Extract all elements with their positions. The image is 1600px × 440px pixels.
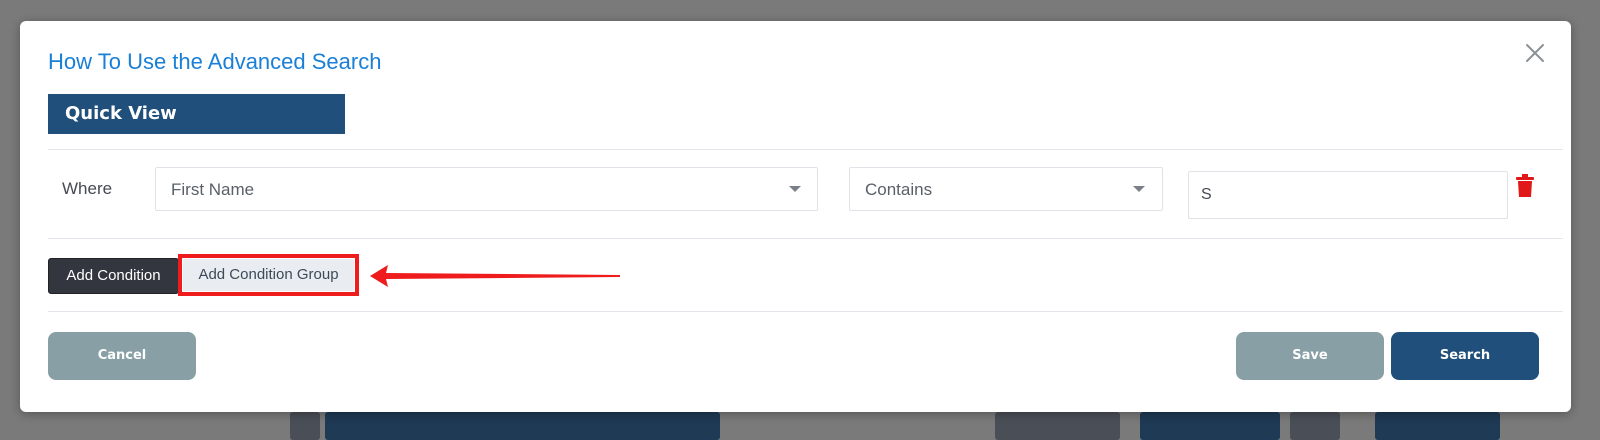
advanced-search-modal: How To Use the Advanced Search Quick Vie… bbox=[20, 21, 1571, 412]
chevron-down-icon bbox=[1133, 186, 1145, 192]
close-icon bbox=[1526, 44, 1544, 62]
field-select[interactable]: First Name bbox=[155, 167, 818, 211]
trash-icon bbox=[1516, 174, 1534, 197]
quick-view-header: Quick View bbox=[48, 94, 345, 134]
divider bbox=[48, 238, 1563, 239]
operator-select[interactable]: Contains bbox=[849, 167, 1163, 211]
background-element bbox=[995, 412, 1120, 440]
divider bbox=[48, 311, 1563, 312]
divider bbox=[48, 149, 1563, 150]
save-button[interactable]: Save bbox=[1236, 332, 1384, 380]
annotation-highlight-box bbox=[178, 254, 359, 296]
background-element bbox=[290, 412, 320, 440]
search-button[interactable]: Search bbox=[1391, 332, 1539, 380]
operator-select-value: Contains bbox=[865, 180, 933, 199]
arrow-left-icon bbox=[370, 265, 620, 287]
background-element bbox=[1375, 412, 1500, 440]
chevron-down-icon bbox=[789, 186, 801, 192]
condition-value-input[interactable] bbox=[1188, 171, 1508, 219]
add-condition-button[interactable]: Add Condition bbox=[48, 258, 179, 294]
background-element bbox=[1290, 412, 1340, 440]
cancel-button[interactable]: Cancel bbox=[48, 332, 196, 380]
where-label: Where bbox=[62, 179, 113, 198]
background-element bbox=[325, 412, 720, 440]
close-button[interactable] bbox=[1523, 41, 1547, 65]
delete-condition-button[interactable] bbox=[1515, 174, 1535, 198]
background-element bbox=[1140, 412, 1280, 440]
modal-title: How To Use the Advanced Search bbox=[48, 49, 382, 74]
field-select-value: First Name bbox=[171, 180, 255, 199]
